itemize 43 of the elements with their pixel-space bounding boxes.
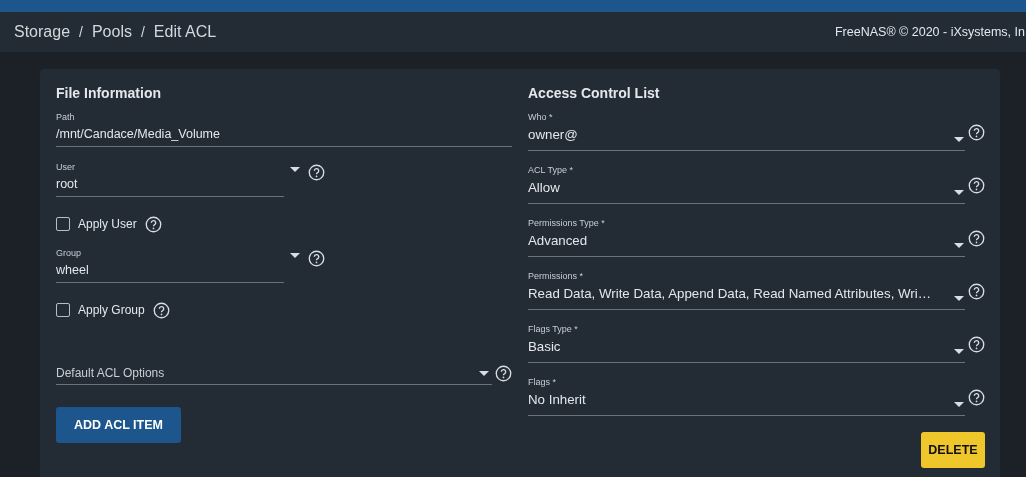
help-icon[interactable] — [308, 163, 325, 181]
caret-icon[interactable] — [479, 370, 489, 376]
select-field[interactable]: Who * owner@ — [528, 112, 965, 151]
help-icon[interactable] — [968, 336, 985, 353]
caret-icon[interactable] — [954, 349, 964, 354]
delete-button[interactable]: DELETE — [921, 432, 985, 468]
help-icon[interactable] — [968, 389, 985, 406]
caret-icon[interactable] — [954, 190, 964, 195]
caret-icon[interactable] — [954, 137, 964, 142]
section-title: File Information — [56, 85, 162, 101]
select-field[interactable]: Flags * No Inherit — [528, 377, 965, 416]
select-field[interactable]: User root — [56, 162, 284, 197]
caret-icon[interactable] — [954, 243, 964, 248]
help-icon[interactable] — [152, 301, 170, 319]
select-field[interactable]: ACL Type * Allow — [528, 165, 965, 204]
caret-icon[interactable] — [954, 402, 964, 407]
select-field[interactable]: Flags Type * Basic — [528, 324, 965, 363]
select-field[interactable]: Default ACL Options — [56, 362, 492, 385]
help-icon[interactable] — [968, 230, 985, 247]
help-icon[interactable] — [495, 365, 512, 382]
select-field[interactable]: Permissions Type * Advanced — [528, 218, 965, 257]
help-icon[interactable] — [968, 124, 985, 141]
checkbox-label[interactable]: Apply User — [78, 217, 137, 231]
select-field[interactable]: Permissions * Read Data, Write Data, Append Data, Read Named Attributes, Wri… — [528, 271, 965, 310]
text-field[interactable]: Path /mnt/Candace/Media_Volume — [56, 112, 512, 147]
help-icon[interactable] — [144, 215, 162, 233]
help-icon[interactable] — [968, 283, 985, 300]
breadcrumb-separator: / — [140, 24, 145, 40]
caret-icon[interactable] — [290, 166, 300, 172]
copyright-text: FreeNAS® © 2020 - iXsystems, In — [835, 25, 1025, 39]
caret-icon[interactable] — [954, 296, 964, 301]
add-acl-item-button[interactable]: ADD ACL ITEM — [56, 407, 181, 443]
breadcrumb-separator: / — [79, 24, 83, 40]
help-icon[interactable] — [308, 249, 325, 267]
breadcrumb-link[interactable]: Storage — [14, 23, 71, 41]
checkbox[interactable] — [56, 303, 70, 317]
checkbox[interactable] — [56, 217, 70, 231]
help-icon[interactable] — [968, 177, 985, 194]
section-title: Access Control List — [528, 85, 661, 101]
checkbox-label[interactable]: Apply Group — [78, 303, 145, 317]
caret-icon[interactable] — [290, 252, 300, 258]
breadcrumb-link[interactable]: Pools — [91, 23, 132, 41]
select-field[interactable]: Group wheel — [56, 248, 284, 283]
